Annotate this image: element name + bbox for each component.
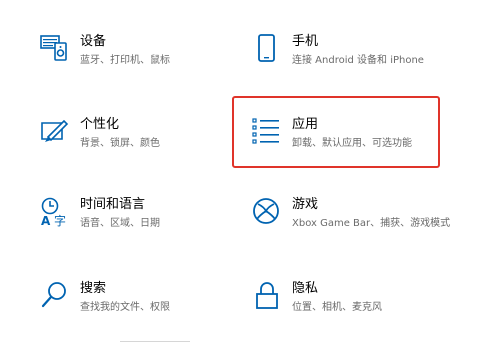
divider [120,341,190,342]
tile-description: 语音、区域、日期 [80,218,160,229]
tile-description: 蓝牙、打印机、鼠标 [80,55,170,66]
tile-privacy[interactable]: 隐私 位置、相机、麦克风 [252,281,467,345]
settings-page: 设备 蓝牙、打印机、鼠标 手机 连接 Android 设备和 iPhone 个性… [0,0,500,347]
svg-text:字: 字 [54,213,66,227]
tile-title: 游戏 [292,197,319,212]
tile-description: 查找我的文件、权限 [80,302,170,313]
tile-description: Xbox Game Bar、捕获、游戏模式 [292,218,451,229]
tile-description: 连接 Android 设备和 iPhone [292,55,424,66]
personalization-icon [40,117,70,147]
time-language-icon: A 字 [40,197,70,228]
search-icon [40,281,70,311]
tile-personalization[interactable]: 个性化 背景、锁屏、颜色 [40,117,255,181]
lock-icon [252,281,282,311]
tile-title: 应用 [292,117,319,132]
tile-devices[interactable]: 设备 蓝牙、打印机、鼠标 [40,34,255,98]
devices-icon [40,34,70,64]
xbox-icon [252,197,282,227]
tile-description: 位置、相机、麦克风 [292,302,382,313]
tile-title: 隐私 [292,281,319,296]
tile-title: 手机 [292,34,319,49]
apps-list-icon [252,117,282,147]
phone-icon [252,34,282,64]
svg-text:A: A [41,214,51,227]
tile-title: 个性化 [80,117,120,132]
tile-description: 背景、锁屏、颜色 [80,138,160,149]
tile-description: 卸载、默认应用、可选功能 [292,138,412,149]
tile-phone[interactable]: 手机 连接 Android 设备和 iPhone [252,34,467,98]
tile-gaming[interactable]: 游戏 Xbox Game Bar、捕获、游戏模式 [252,197,467,261]
tile-title: 设备 [80,34,107,49]
tile-title: 搜索 [80,281,107,296]
tile-apps[interactable]: 应用 卸载、默认应用、可选功能 [252,117,467,181]
tile-title: 时间和语言 [80,197,146,212]
tile-search[interactable]: 搜索 查找我的文件、权限 [40,281,255,345]
tile-time-language[interactable]: A 字 时间和语言 语音、区域、日期 [40,197,255,261]
